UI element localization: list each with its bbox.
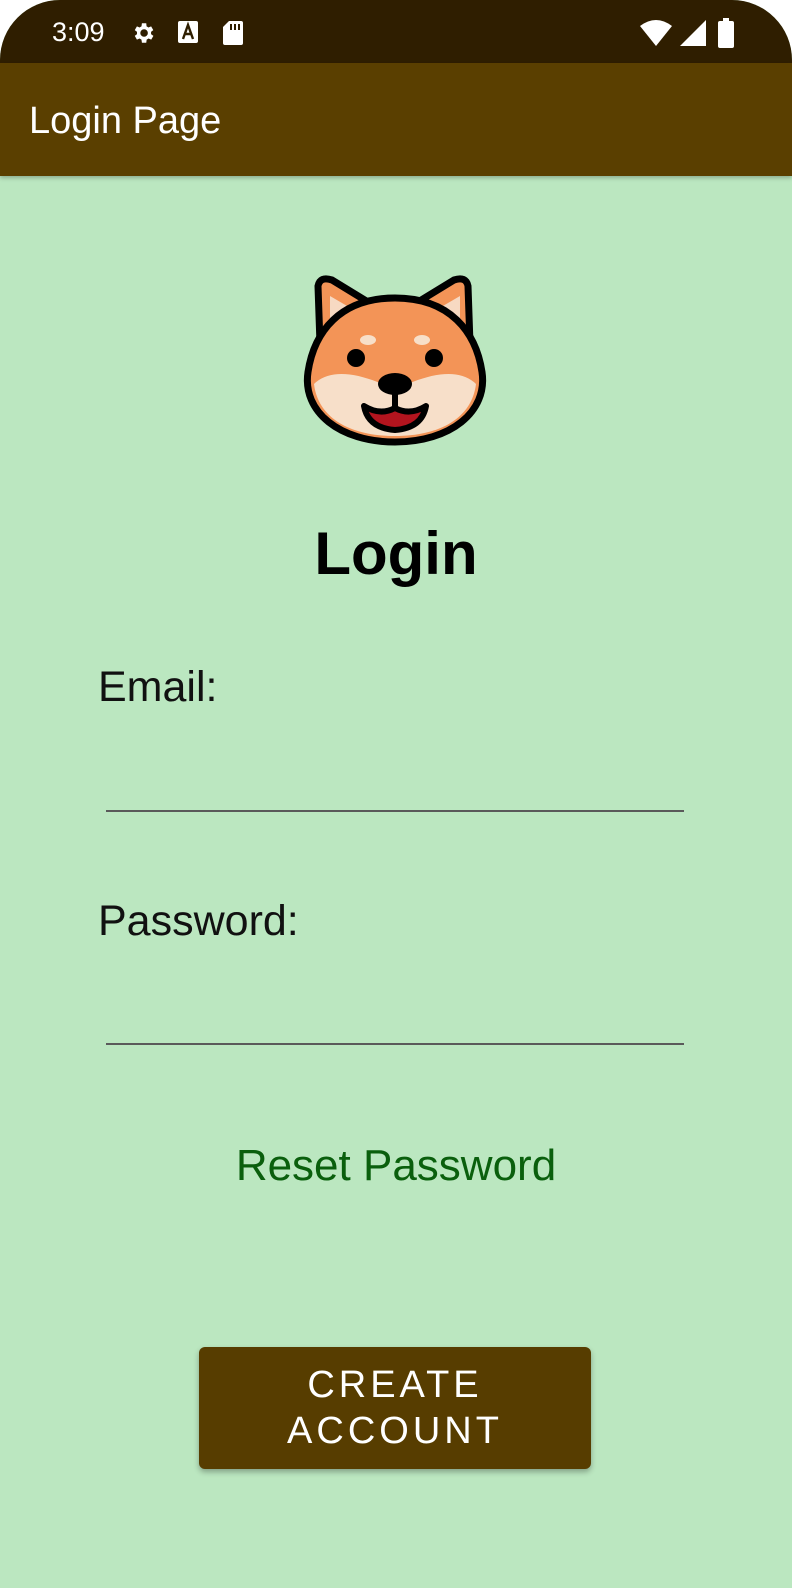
app-screen: 3:09 Login Page Login Email: Password: R… <box>0 0 792 1588</box>
status-time: 3:09 <box>52 17 105 47</box>
login-heading: Login <box>314 520 478 587</box>
font-a-icon <box>177 20 199 49</box>
password-label: Password: <box>98 897 299 945</box>
shiba-dog-icon <box>300 272 490 462</box>
status-bar: 3:09 <box>0 0 792 63</box>
email-label: Email: <box>98 663 218 711</box>
wifi-icon <box>640 20 672 51</box>
reset-password-link[interactable]: Reset Password <box>0 1140 792 1192</box>
sd-card-icon <box>222 20 244 51</box>
password-field[interactable] <box>106 987 684 1045</box>
app-bar-title: Login Page <box>29 100 222 142</box>
create-account-button[interactable]: CREATE ACCOUNT <box>199 1347 591 1469</box>
battery-icon <box>718 18 734 53</box>
app-bar: Login Page <box>0 63 792 176</box>
cell-signal-icon <box>680 20 706 51</box>
email-field[interactable] <box>106 754 684 812</box>
device-bezel <box>792 0 800 1588</box>
gear-icon <box>130 20 156 51</box>
